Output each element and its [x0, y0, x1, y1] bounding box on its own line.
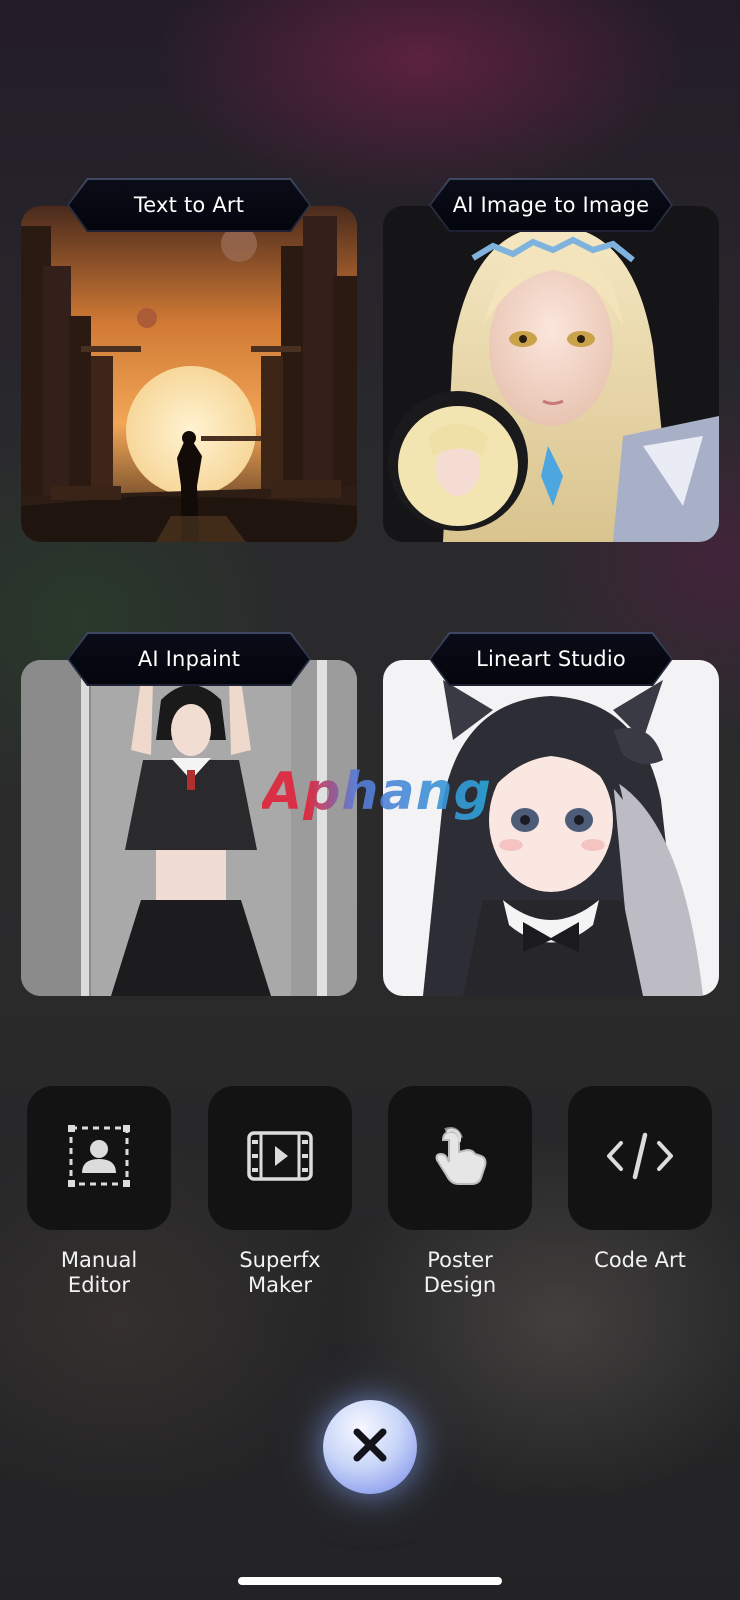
- home-indicator: [238, 1577, 502, 1585]
- ai-inpaint-label: AI Inpaint: [137, 647, 241, 671]
- card-label-plate: AI Inpaint: [67, 632, 311, 686]
- tool-label: Superfx Maker: [239, 1248, 321, 1297]
- close-button[interactable]: [323, 1400, 417, 1494]
- text-to-art-label: Text to Art: [133, 193, 245, 217]
- card-label-plate: AI Image to Image: [429, 178, 673, 232]
- ai-inpaint-image: [21, 660, 357, 996]
- tool-tile[interactable]: [208, 1086, 352, 1230]
- text-to-art-image: [21, 206, 357, 542]
- tool-superfx-maker[interactable]: Superfx Maker: [208, 1086, 352, 1298]
- close-icon: [352, 1427, 388, 1467]
- person-select-icon: [68, 1125, 130, 1191]
- hand-tap-icon: [431, 1126, 489, 1190]
- tool-label: Poster Design: [423, 1248, 497, 1297]
- tool-tile[interactable]: [568, 1086, 712, 1230]
- lineart-studio-image: [383, 660, 719, 996]
- lineart-studio-label: Lineart Studio: [476, 647, 626, 671]
- card-label-plate: Text to Art: [67, 178, 311, 232]
- card-text-to-art[interactable]: Text to Art: [21, 178, 357, 542]
- code-icon: [605, 1131, 675, 1185]
- film-play-icon: [247, 1131, 313, 1185]
- tool-code-art[interactable]: Code Art: [568, 1086, 712, 1273]
- card-ai-inpaint[interactable]: AI Inpaint: [21, 632, 357, 996]
- ai-image-to-image-image: [383, 206, 719, 542]
- card-label-plate: Lineart Studio: [429, 632, 673, 686]
- tool-manual-editor[interactable]: Manual Editor: [27, 1086, 171, 1298]
- tool-tile[interactable]: [27, 1086, 171, 1230]
- tool-label: Manual Editor: [60, 1248, 138, 1297]
- tool-poster-design[interactable]: Poster Design: [388, 1086, 532, 1298]
- ai-image-to-image-label: AI Image to Image: [452, 193, 650, 217]
- card-lineart-studio[interactable]: Lineart Studio: [383, 632, 719, 996]
- tool-label: Code Art: [594, 1248, 686, 1272]
- tool-tile[interactable]: [388, 1086, 532, 1230]
- card-ai-image-to-image[interactable]: AI Image to Image: [383, 178, 719, 542]
